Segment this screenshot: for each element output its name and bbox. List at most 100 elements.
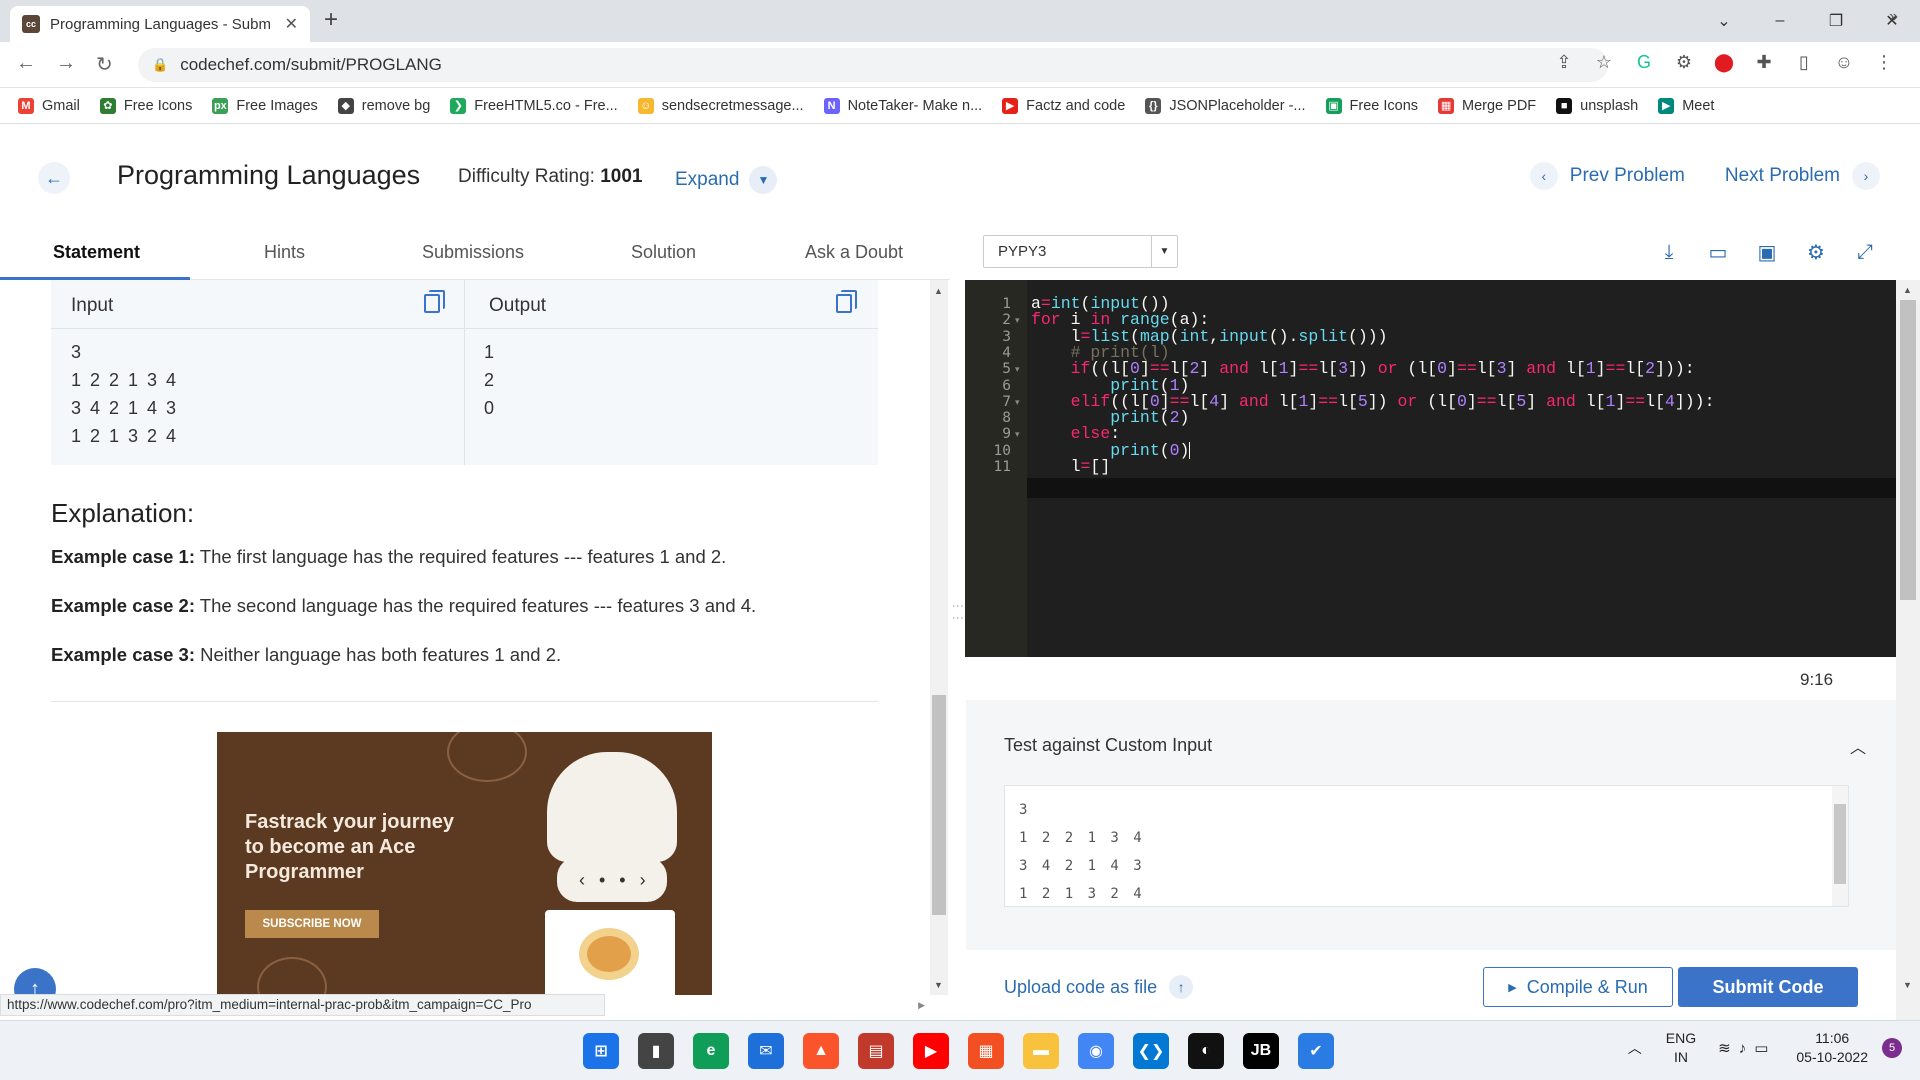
extension-icon[interactable]: ⚙ — [1664, 52, 1704, 73]
custom-input-scrollbar[interactable] — [1832, 786, 1848, 906]
scroll-up-arrow-icon[interactable]: ▲ — [1903, 285, 1912, 295]
share-icon[interactable]: ⇪ — [1544, 52, 1584, 73]
sidepanel-icon[interactable]: ▯ — [1784, 52, 1824, 73]
opera-icon[interactable]: ⬤ — [1704, 52, 1744, 73]
bookmark-star-icon[interactable]: ☆ — [1584, 52, 1624, 73]
copy-output-icon[interactable] — [836, 290, 857, 313]
restore-icon[interactable]: ❐ — [1808, 11, 1864, 31]
compile-run-button[interactable]: ▶ Compile & Run — [1483, 967, 1673, 1007]
notification-badge[interactable]: 5 — [1882, 1038, 1902, 1058]
tab-solution[interactable]: Solution — [631, 242, 696, 263]
bookmark-item[interactable]: M Gmail — [18, 97, 80, 114]
scroll-down-arrow-icon[interactable]: ▼ — [1903, 980, 1912, 990]
tab-statement[interactable]: Statement — [53, 242, 140, 263]
bookmark-item[interactable]: ☺ sendsecretmessage... — [637, 97, 804, 114]
jetbrains-icon[interactable]: JB — [1243, 1033, 1279, 1069]
edge-browser-icon[interactable]: e — [693, 1033, 729, 1069]
lock-icon[interactable]: 🔒 — [152, 57, 168, 73]
scroll-up-arrow-icon[interactable]: ▲ — [934, 286, 943, 296]
tab-close-icon[interactable]: ✕ — [285, 14, 298, 34]
copy-input-icon[interactable] — [424, 290, 445, 313]
scroll-down-arrow-icon[interactable]: ▼ — [934, 980, 943, 990]
vscode-icon[interactable]: ❮❯ — [1133, 1033, 1169, 1069]
bookmark-item[interactable]: ✿ Free Icons — [99, 97, 192, 114]
bookmark-item[interactable]: ▶ Factz and code — [1002, 97, 1125, 114]
tab-submissions[interactable]: Submissions — [422, 242, 524, 263]
bookmark-item[interactable]: ▦ Merge PDF — [1438, 97, 1536, 114]
chevron-right-icon[interactable]: › — [1852, 162, 1880, 190]
more-bookmarks-icon[interactable]: » — [1889, 8, 1898, 26]
settings-gear-icon[interactable]: ⚙ — [1803, 239, 1829, 265]
minimize-icon[interactable]: – — [1752, 12, 1808, 30]
input-language[interactable]: ENG IN — [1666, 1029, 1696, 1067]
download-icon[interactable]: ⤓ — [1656, 239, 1682, 265]
code-editor[interactable]: 1 2 ▾ 3 4 5 ▾ 6 7 ▾ 8 9 ▾ 10 11 a=int(input()) for i in… — [965, 280, 1896, 657]
save-icon[interactable]: ▣ — [1754, 239, 1780, 265]
file-explorer-icon[interactable]: ▬ — [1023, 1033, 1059, 1069]
menu-dots-icon[interactable]: ⋮ — [1864, 52, 1904, 73]
tab-ask-a-doubt[interactable]: Ask a Doubt — [805, 242, 903, 263]
codechef-favicon-icon: cc — [22, 15, 40, 33]
scrollbar-thumb[interactable] — [1900, 300, 1916, 600]
bookmark-item[interactable]: px Free Images — [212, 97, 318, 114]
bookmark-item[interactable]: ❯ FreeHTML5.co - Fre... — [450, 97, 618, 114]
comment-icon[interactable]: ▭ — [1705, 239, 1731, 265]
puzzle-icon[interactable]: ✚ — [1744, 52, 1784, 73]
bookmark-item[interactable]: {} JSONPlaceholder -... — [1145, 97, 1306, 114]
calculator-app-icon[interactable]: ▤ — [858, 1033, 894, 1069]
mail-icon[interactable]: ✉ — [748, 1033, 784, 1069]
url-field[interactable]: 🔒 codechef.com/submit/PROGLANG — [138, 48, 1608, 82]
tab-search-chevron-icon[interactable]: ⌄ — [1696, 11, 1752, 31]
bookmark-item[interactable]: ◆ remove bg — [337, 97, 430, 114]
fold-arrow-icon[interactable]: ▾ — [1015, 364, 1020, 375]
upload-code-link[interactable]: Upload code as file ↑ — [1004, 975, 1194, 999]
tab-hints[interactable]: Hints — [264, 242, 305, 263]
scrollbar-thumb[interactable] — [1834, 804, 1846, 884]
fold-arrow-icon[interactable]: ▾ — [1015, 397, 1020, 408]
expand-button[interactable]: Expand ▼ — [675, 166, 778, 194]
grammarly-icon[interactable]: G — [1624, 52, 1664, 73]
fold-arrow-icon[interactable]: ▾ — [1015, 315, 1020, 326]
pane-resize-handle[interactable]: ⋮⋮ — [951, 600, 965, 624]
back-arrow-icon[interactable]: ← — [38, 162, 70, 194]
reload-icon[interactable]: ↻ — [96, 52, 113, 77]
next-problem-link[interactable]: Next Problem — [1725, 165, 1840, 187]
bookmark-item[interactable]: N NoteTaker- Make n... — [823, 97, 982, 114]
prev-problem-link[interactable]: Prev Problem — [1570, 165, 1685, 187]
left-horizontal-scroll-arrow-icon[interactable]: ▶ — [605, 1000, 925, 1014]
chrome-browser-icon[interactable]: ◉ — [1078, 1033, 1114, 1069]
task-view-icon[interactable]: ▮ — [638, 1033, 674, 1069]
fullscreen-icon[interactable]: ⤢ — [1852, 239, 1878, 265]
todo-check-icon[interactable]: ✔ — [1298, 1033, 1334, 1069]
subscribe-now-button[interactable]: SUBSCRIBE NOW — [245, 910, 379, 938]
back-arrow-icon[interactable]: ← — [16, 52, 36, 75]
line-number: 10 — [993, 442, 1011, 459]
show-hidden-icons-chevron-icon[interactable]: ︿ — [1628, 1038, 1642, 1058]
bookmark-item[interactable]: ▣ Free Icons — [1325, 97, 1418, 114]
browser-tab[interactable]: cc Programming Languages - Subm ✕ — [10, 6, 310, 42]
bookmark-item[interactable]: ■ unsplash — [1556, 97, 1638, 114]
scrollbar-thumb[interactable] — [932, 695, 946, 915]
chevron-up-icon[interactable]: ︿ — [1850, 734, 1866, 758]
wifi-volume-battery-icons[interactable]: ≋♪▭ — [1718, 1039, 1776, 1057]
bookmark-item[interactable]: ▶ Meet — [1658, 97, 1714, 114]
fold-arrow-icon[interactable]: ▾ — [1015, 429, 1020, 440]
windows-start-icon[interactable]: ⊞ — [583, 1033, 619, 1069]
chevron-left-icon[interactable]: ‹ — [1529, 162, 1558, 190]
submit-code-button[interactable]: Submit Code — [1678, 967, 1858, 1007]
new-tab-icon[interactable]: + — [324, 6, 338, 34]
language-select[interactable]: PYPY3 ▼ — [983, 235, 1178, 268]
code-line[interactable]: l=[] — [1031, 457, 1111, 476]
forward-arrow-icon[interactable]: → — [56, 52, 76, 75]
clock[interactable]: 11:06 05-10-2022 — [1796, 1029, 1868, 1067]
custom-input-field[interactable]: 3 1 2 2 1 3 4 3 4 2 1 4 3 1 2 1 3 2 4 — [1004, 785, 1849, 907]
editor-scrollbar[interactable]: ▲ ▼ — [1896, 280, 1920, 1020]
youtube-icon[interactable]: ▶ — [913, 1033, 949, 1069]
microsoft-store-icon[interactable]: ▦ — [968, 1033, 1004, 1069]
github-icon[interactable]: ◐ — [1188, 1033, 1224, 1069]
left-scrollbar[interactable]: ▲ ▼ — [930, 280, 948, 995]
profile-avatar-icon[interactable]: ☺ — [1824, 52, 1864, 73]
example-case-1: Example case 1: The first language has t… — [51, 546, 726, 568]
promo-banner[interactable]: Fastrack your journey to become an Ace P… — [217, 732, 712, 995]
brave-browser-icon[interactable]: ▲ — [803, 1033, 839, 1069]
